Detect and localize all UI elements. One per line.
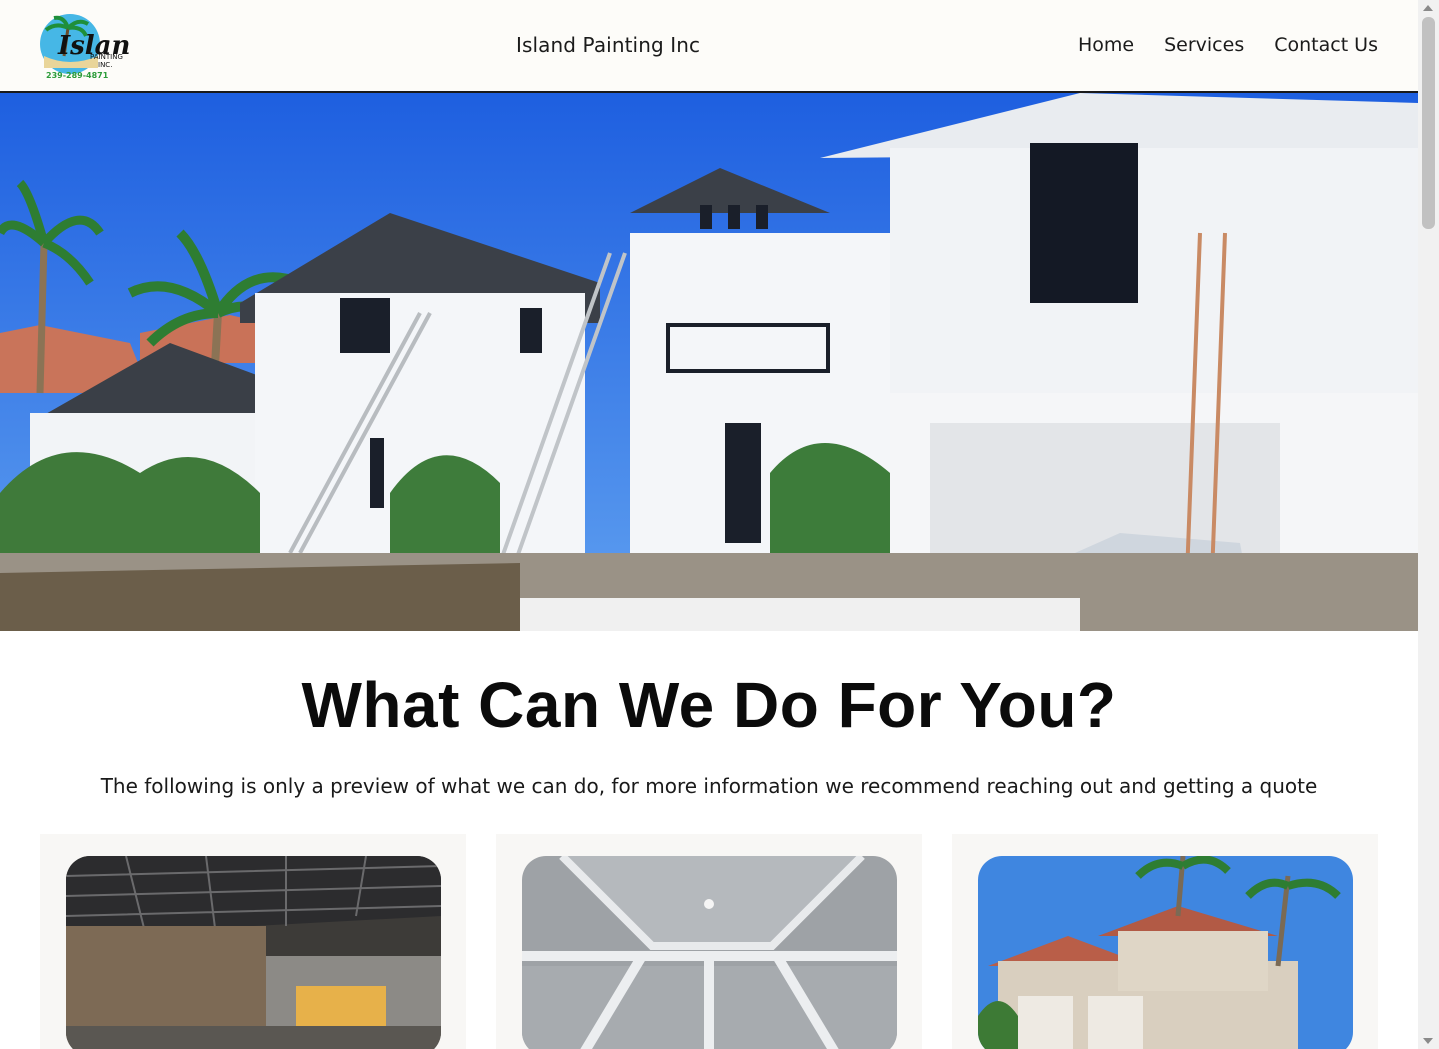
site-header: Island PAINTING INC. 239-289-4871 Island… bbox=[0, 0, 1418, 93]
company-logo[interactable]: Island PAINTING INC. 239-289-4871 bbox=[38, 12, 149, 82]
svg-text:PAINTING: PAINTING bbox=[90, 53, 123, 61]
hero-image bbox=[0, 93, 1418, 631]
nav-contact-link[interactable]: Contact Us bbox=[1274, 34, 1378, 56]
nav-services-link[interactable]: Services bbox=[1164, 34, 1244, 56]
section-subtitle: The following is only a preview of what … bbox=[100, 774, 1318, 798]
svg-text:INC.: INC. bbox=[98, 61, 112, 69]
section-title: What Can We Do For You? bbox=[301, 669, 1117, 741]
vertical-scrollbar[interactable] bbox=[1418, 0, 1439, 1049]
scrollbar-thumb[interactable] bbox=[1422, 17, 1435, 229]
service-card-ceiling[interactable] bbox=[496, 834, 922, 1049]
service-card-exterior[interactable] bbox=[952, 834, 1378, 1049]
service-card-image bbox=[66, 856, 441, 1049]
service-card-interior[interactable] bbox=[40, 834, 466, 1049]
scroll-down-arrow-icon[interactable] bbox=[1423, 1038, 1433, 1044]
page: Island PAINTING INC. 239-289-4871 Island… bbox=[0, 0, 1418, 1049]
service-card-image bbox=[978, 856, 1353, 1049]
main-nav: Home Services Contact Us bbox=[1078, 34, 1378, 56]
nav-home-link[interactable]: Home bbox=[1078, 34, 1134, 56]
svg-text:239-289-4871: 239-289-4871 bbox=[46, 71, 109, 80]
scroll-up-arrow-icon[interactable] bbox=[1423, 5, 1433, 11]
service-card-image bbox=[522, 856, 897, 1049]
site-brand-name: Island Painting Inc bbox=[516, 33, 701, 57]
